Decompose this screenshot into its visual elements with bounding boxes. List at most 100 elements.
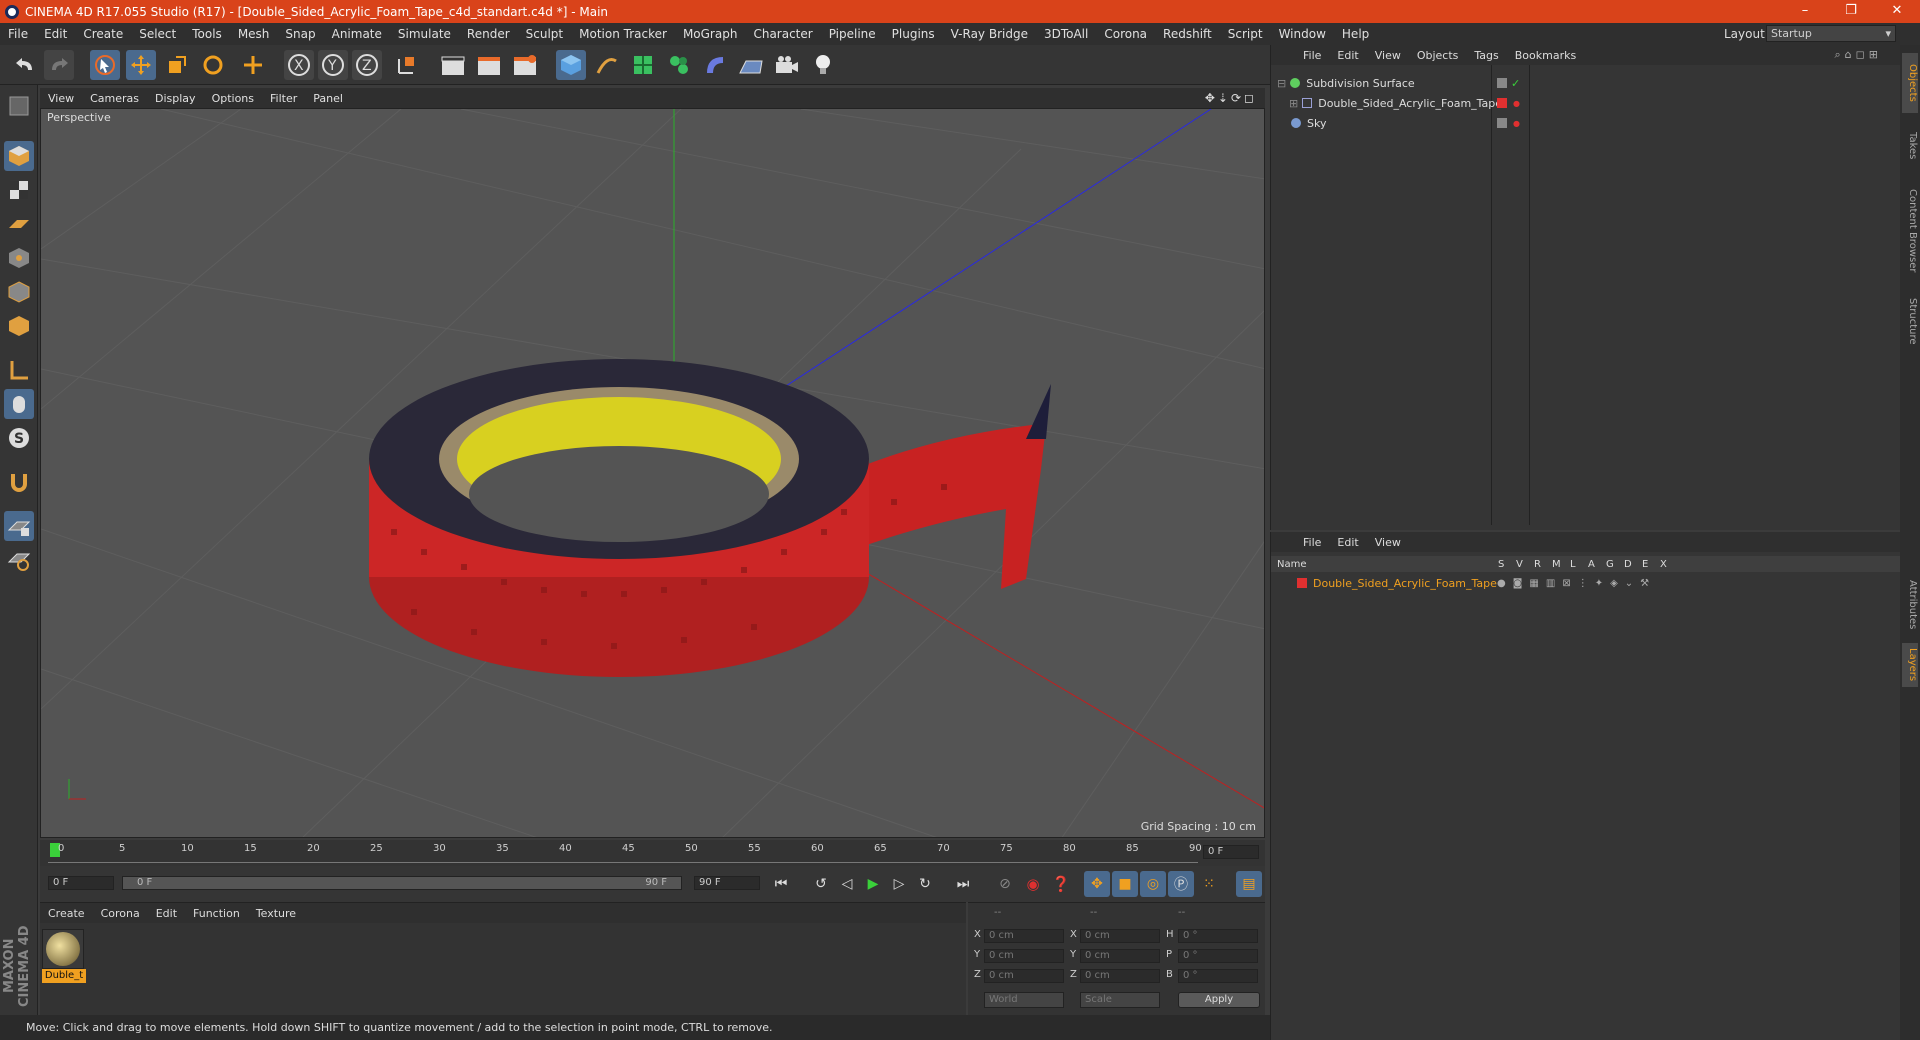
apply-button[interactable]: Apply: [1178, 992, 1260, 1008]
menu-edit[interactable]: Edit: [36, 27, 75, 41]
next-frame-button[interactable]: ▷: [886, 871, 912, 897]
material-swatch[interactable]: Duble_t: [42, 929, 86, 985]
key-rotation-button[interactable]: ◎: [1140, 871, 1166, 897]
texture-mode-button[interactable]: [4, 175, 34, 205]
vp-menu-options[interactable]: Options: [204, 92, 262, 105]
start-frame-field[interactable]: 0 F: [48, 876, 114, 890]
visibility-dots[interactable]: ●: [1513, 99, 1520, 108]
obj-menu-view[interactable]: View: [1367, 49, 1409, 62]
add-light-button[interactable]: [808, 50, 838, 80]
vp-menu-view[interactable]: View: [40, 92, 82, 105]
add-camera-button[interactable]: [772, 50, 802, 80]
menu-simulate[interactable]: Simulate: [390, 27, 459, 41]
object-row-subdivision[interactable]: ⊟ Subdivision Surface ✓: [1271, 73, 1901, 93]
search-home-icons[interactable]: ⌕⌂◻⊞: [1827, 48, 1891, 62]
go-to-start-button[interactable]: ⏮: [768, 871, 794, 897]
menu-snap[interactable]: Snap: [277, 27, 323, 41]
menu-tools[interactable]: Tools: [184, 27, 230, 41]
menu-script[interactable]: Script: [1220, 27, 1271, 41]
record-button[interactable]: ◉: [1020, 871, 1046, 897]
model-mode-button[interactable]: [4, 141, 34, 171]
key-position-button[interactable]: ✥: [1084, 871, 1110, 897]
timeline-button[interactable]: ▤: [1236, 871, 1262, 897]
key-parameter-button[interactable]: Ⓟ: [1168, 871, 1194, 897]
layer-menu-edit[interactable]: Edit: [1329, 536, 1366, 549]
menu-mograph[interactable]: MoGraph: [675, 27, 746, 41]
x-axis-lock-button[interactable]: X: [284, 50, 314, 80]
close-button[interactable]: ✕: [1874, 0, 1920, 23]
tab-structure[interactable]: Structure: [1902, 291, 1918, 351]
axis-mode-button[interactable]: [4, 355, 34, 385]
add-subdivision-button[interactable]: [628, 50, 658, 80]
vp-menu-panel[interactable]: Panel: [305, 92, 351, 105]
layout-dropdown[interactable]: Startup ▾: [1766, 25, 1896, 42]
rotation-b-field[interactable]: 0 °: [1178, 969, 1258, 983]
layer-color-swatch[interactable]: [1497, 98, 1507, 108]
menu-redshift[interactable]: Redshift: [1155, 27, 1220, 41]
edges-mode-button[interactable]: [4, 277, 34, 307]
rotation-h-field[interactable]: 0 °: [1178, 929, 1258, 943]
live-selection-button[interactable]: [90, 50, 120, 80]
size-x-field[interactable]: 0 cm: [1080, 929, 1160, 943]
tweak-mode-button[interactable]: [4, 389, 34, 419]
size-z-field[interactable]: 0 cm: [1080, 969, 1160, 983]
render-view-button[interactable]: [438, 50, 468, 80]
menu-3dtoall[interactable]: 3DToAll: [1036, 27, 1096, 41]
visibility-toggle[interactable]: [1497, 118, 1507, 128]
tab-attributes[interactable]: Attributes: [1902, 575, 1918, 635]
visibility-toggle[interactable]: [1497, 78, 1507, 88]
vp-menu-cameras[interactable]: Cameras: [82, 92, 147, 105]
visibility-dots[interactable]: ●: [1513, 119, 1520, 128]
current-frame-field[interactable]: 0 F: [1203, 845, 1259, 859]
motion-record-button[interactable]: ⊘: [992, 871, 1018, 897]
add-mograph-button[interactable]: [664, 50, 694, 80]
z-axis-lock-button[interactable]: Z: [352, 50, 382, 80]
check-icon[interactable]: ✓: [1511, 77, 1520, 90]
vp-menu-display[interactable]: Display: [147, 92, 204, 105]
key-pla-button[interactable]: ⁙: [1196, 871, 1222, 897]
frame-range-slider[interactable]: 0 F 90 F: [122, 876, 682, 890]
move-tool-button[interactable]: [126, 50, 156, 80]
play-button[interactable]: ▶: [860, 871, 886, 897]
menu-character[interactable]: Character: [745, 27, 820, 41]
perspective-viewport[interactable]: Perspective Grid Spacing : 10 cm: [40, 108, 1265, 838]
menu-animate[interactable]: Animate: [324, 27, 390, 41]
tab-objects[interactable]: Objects: [1902, 53, 1918, 113]
transform-tool-button[interactable]: [238, 50, 268, 80]
maximize-button[interactable]: ❐: [1828, 0, 1874, 23]
layer-menu-file[interactable]: File: [1295, 536, 1329, 549]
autokey-button[interactable]: ❓: [1048, 871, 1074, 897]
mat-menu-corona[interactable]: Corona: [93, 907, 148, 920]
next-key-button[interactable]: ↻: [912, 871, 938, 897]
menu-motion-tracker[interactable]: Motion Tracker: [571, 27, 675, 41]
mat-menu-texture[interactable]: Texture: [248, 907, 304, 920]
render-settings-button[interactable]: [510, 50, 540, 80]
coordinate-system-button[interactable]: [392, 50, 422, 80]
planar-workplane-button[interactable]: [4, 545, 34, 575]
vp-menu-filter[interactable]: Filter: [262, 92, 305, 105]
rotate-tool-button[interactable]: [198, 50, 228, 80]
make-editable-button[interactable]: [4, 91, 34, 121]
redo-button[interactable]: [44, 50, 74, 80]
previous-frame-button[interactable]: ◁: [834, 871, 860, 897]
polygons-mode-button[interactable]: [4, 311, 34, 341]
tab-content-browser[interactable]: Content Browser: [1902, 181, 1918, 281]
obj-menu-tags[interactable]: Tags: [1466, 49, 1506, 62]
locked-workplane-button[interactable]: [4, 511, 34, 541]
tab-takes[interactable]: Takes: [1902, 121, 1918, 171]
end-frame-field[interactable]: 90 F: [694, 876, 760, 890]
layer-row[interactable]: Double_Sided_Acrylic_Foam_Tape ●◙▦▥⊠⋮✦◈⌄…: [1271, 574, 1901, 592]
previous-key-button[interactable]: ↺: [808, 871, 834, 897]
position-z-field[interactable]: 0 cm: [984, 969, 1064, 983]
menu-pipeline[interactable]: Pipeline: [821, 27, 884, 41]
obj-menu-file[interactable]: File: [1295, 49, 1329, 62]
render-picture-viewer-button[interactable]: [474, 50, 504, 80]
obj-menu-edit[interactable]: Edit: [1329, 49, 1366, 62]
snap-button[interactable]: S: [4, 423, 34, 453]
add-spline-button[interactable]: [592, 50, 622, 80]
mat-menu-create[interactable]: Create: [40, 907, 93, 920]
layer-flag-icons[interactable]: ●◙▦▥⊠⋮✦◈⌄⚒: [1497, 578, 1656, 589]
obj-menu-bookmarks[interactable]: Bookmarks: [1507, 49, 1584, 62]
magnet-button[interactable]: [4, 467, 34, 497]
add-floor-button[interactable]: [736, 50, 766, 80]
